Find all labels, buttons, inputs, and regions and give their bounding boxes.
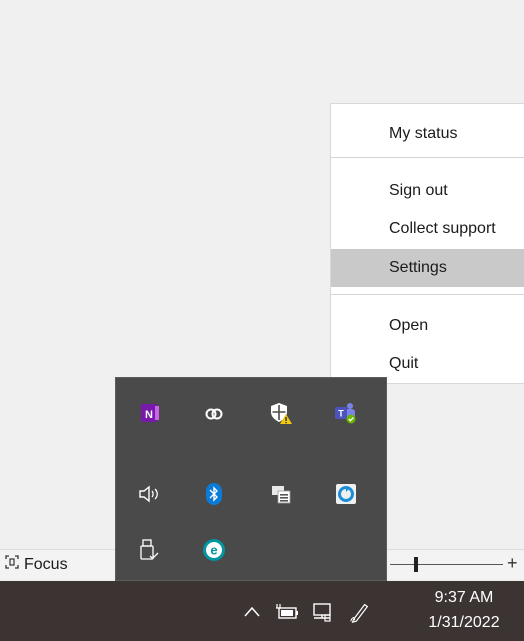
onenote-icon[interactable]: N: [138, 401, 162, 425]
menu-item-my-status[interactable]: My status: [331, 115, 524, 153]
zoom-slider-thumb[interactable]: [414, 557, 418, 572]
menu-separator: [331, 157, 524, 158]
svg-text:e: e: [210, 543, 217, 558]
teams-icon[interactable]: T: [333, 401, 357, 425]
menu-item-settings[interactable]: Settings: [331, 249, 524, 287]
security-shield-warning-icon[interactable]: [269, 401, 293, 425]
zoom-in-button[interactable]: +: [507, 553, 518, 574]
svg-text:N: N: [145, 409, 153, 421]
menu-separator: [331, 294, 524, 295]
sync-client-icon[interactable]: [334, 482, 358, 506]
eset-icon[interactable]: e: [202, 538, 226, 562]
taskbar: 9:37 AM 1/31/2022: [0, 581, 524, 641]
network-wired-icon[interactable]: [311, 600, 335, 624]
network-storage-icon[interactable]: [269, 482, 293, 506]
zoom-slider-track[interactable]: [390, 564, 503, 565]
focus-label: Focus: [24, 555, 68, 573]
focus-icon: [4, 554, 20, 575]
volume-icon[interactable]: [137, 482, 161, 506]
usb-drive-icon[interactable]: [137, 538, 161, 562]
clock-time: 9:37 AM: [434, 589, 494, 606]
clock-date: 1/31/2022: [428, 614, 500, 631]
battery-charging-icon[interactable]: [275, 600, 299, 624]
context-menu: My status Sign out Collect support Setti…: [330, 103, 524, 384]
bluetooth-icon[interactable]: [202, 482, 226, 506]
menu-item-collect-support[interactable]: Collect support: [331, 210, 524, 248]
menu-item-sign-out[interactable]: Sign out: [331, 172, 524, 210]
focus-button[interactable]: Focus: [4, 554, 68, 575]
creative-cloud-icon[interactable]: [202, 401, 226, 425]
pen-workspace-icon[interactable]: [348, 600, 372, 624]
svg-text:T: T: [338, 409, 344, 419]
show-hidden-icons-chevron-up-icon[interactable]: [240, 600, 264, 624]
taskbar-clock[interactable]: 9:37 AM 1/31/2022: [416, 585, 512, 635]
menu-item-open[interactable]: Open: [331, 307, 524, 345]
tray-overflow-flyout: N T e: [115, 377, 387, 581]
